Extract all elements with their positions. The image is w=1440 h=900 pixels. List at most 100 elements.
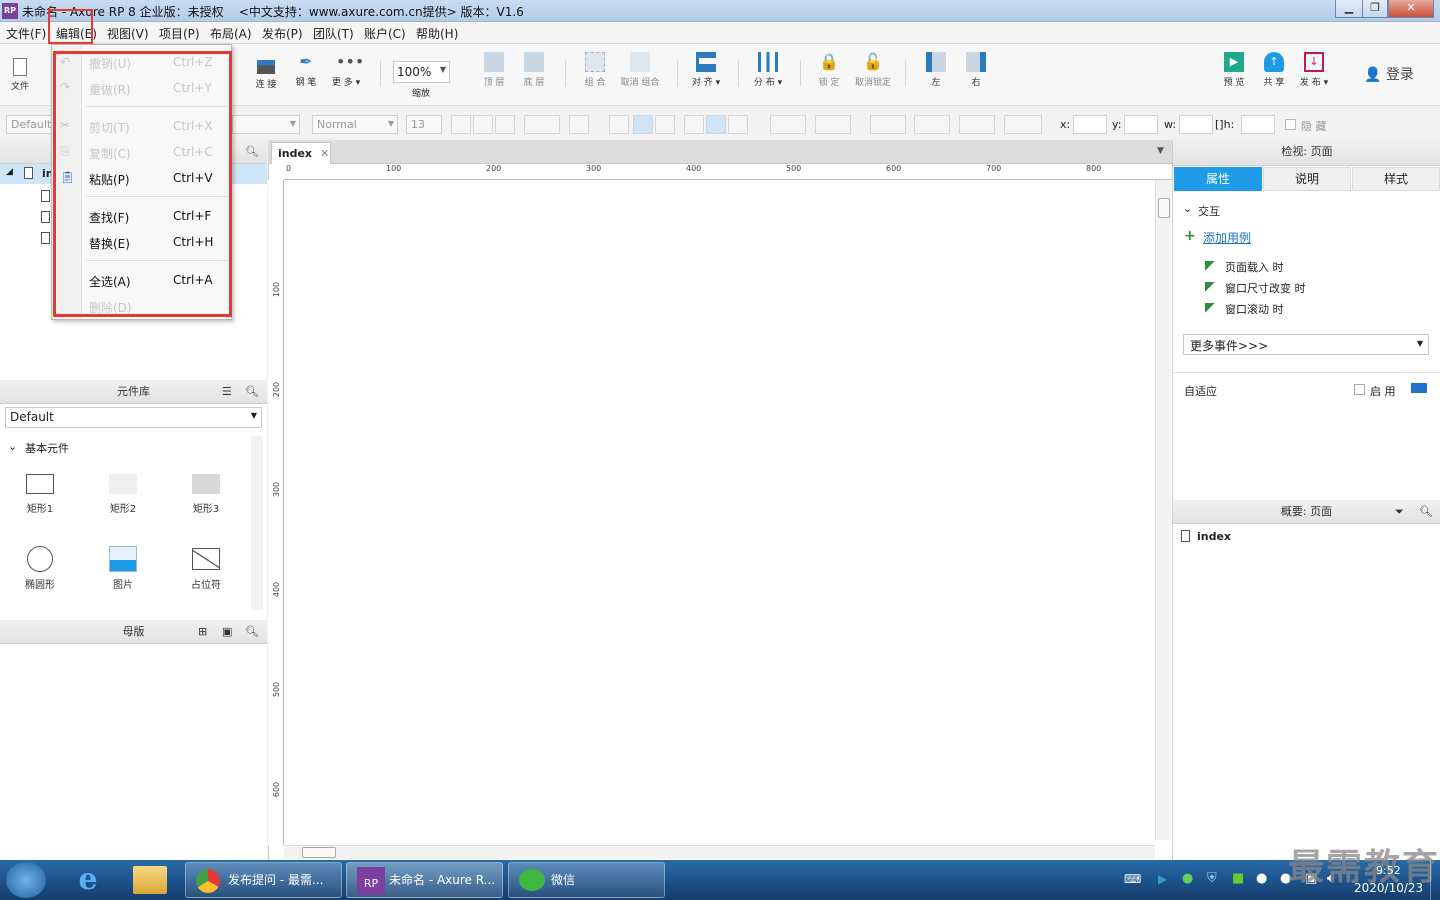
menu-publish[interactable]: 发布(P) [262, 25, 303, 42]
widget-image[interactable]: 图片 [93, 546, 153, 591]
menu-project[interactable]: 项目(P) [159, 25, 200, 42]
menu-team[interactable]: 团队(T) [313, 25, 354, 42]
zoom-select[interactable]: 100% ▼ [393, 61, 450, 83]
outline-item[interactable]: index [1197, 530, 1231, 543]
page-icon[interactable] [41, 190, 50, 202]
maximize-button[interactable]: ❐ [1362, 0, 1388, 18]
file-button[interactable]: 文件 [2, 58, 38, 92]
underline-button[interactable] [495, 115, 515, 134]
bullet-button[interactable] [569, 115, 589, 134]
align-right-button[interactable]: 右 [958, 52, 994, 88]
ie-icon[interactable]: e [70, 863, 106, 897]
align-text-center-button[interactable] [633, 115, 653, 134]
nvidia-icon[interactable]: ■ [1232, 871, 1244, 886]
login-button[interactable]: 👤 登录 [1364, 64, 1414, 84]
tab-properties[interactable]: 属性 [1174, 167, 1262, 191]
font-select[interactable]: ▼ [232, 115, 300, 134]
align-text-right-button[interactable] [655, 115, 675, 134]
distribute-button[interactable]: 分 布 ▾ [750, 52, 786, 88]
publish-button[interactable]: ↓ 发 布 ▾ [1296, 52, 1332, 88]
font-color-button[interactable] [524, 115, 560, 134]
widget-rect2[interactable]: 矩形2 [93, 474, 153, 515]
library-scrollbar[interactable] [251, 436, 263, 610]
style-select[interactable]: Default [6, 115, 52, 134]
font-style-select[interactable]: Normal ▼ [312, 115, 398, 134]
x-input[interactable] [1073, 115, 1107, 134]
hide-checkbox[interactable] [1285, 119, 1296, 130]
align-left-button[interactable]: 左 [918, 52, 954, 88]
wechat-tray-icon[interactable]: ● [1182, 871, 1193, 886]
unlock-button[interactable]: 🔓 取消锁定 [851, 52, 895, 88]
h-input[interactable] [1241, 115, 1275, 134]
shadow-button[interactable] [815, 115, 851, 134]
align-text-left-button[interactable] [609, 115, 629, 134]
collapse-icon[interactable]: ◢ [6, 167, 13, 177]
add-case-link[interactable]: 添加用例 [1203, 229, 1251, 246]
valign-bottom-button[interactable] [728, 115, 748, 134]
valign-middle-button[interactable] [706, 115, 726, 134]
font-size-select[interactable]: 13 [406, 115, 442, 134]
menu-file[interactable]: 文件(F) [6, 25, 46, 42]
collapse-icon[interactable]: ⌄ [8, 440, 17, 453]
w-input[interactable] [1179, 115, 1213, 134]
connect-button[interactable]: 连 接 [248, 52, 284, 90]
library-select[interactable]: Default ▼ [5, 407, 262, 428]
menu-view[interactable]: 视图(V) [107, 25, 149, 42]
italic-button[interactable] [473, 115, 493, 134]
preview-button[interactable]: ▶ 预 览 [1216, 52, 1252, 88]
chevron-down-icon[interactable]: ▼ [1157, 146, 1164, 156]
valign-top-button[interactable] [684, 115, 704, 134]
start-button[interactable] [6, 862, 46, 898]
menu-layout[interactable]: 布局(A) [210, 25, 252, 42]
menu-help[interactable]: 帮助(H) [416, 25, 458, 42]
enable-checkbox[interactable] [1354, 384, 1365, 395]
lock-button[interactable]: 🔒 锁 定 [811, 52, 847, 88]
page-icon[interactable] [41, 232, 50, 244]
menu-account[interactable]: 账户(C) [364, 25, 406, 42]
send-bottom-button[interactable]: 底 层 [516, 52, 552, 88]
ungroup-button[interactable]: 取消 组合 [617, 52, 663, 88]
search-icon[interactable]: 🔍︎ [245, 140, 259, 163]
shield-icon[interactable]: ⛨ [1207, 871, 1217, 886]
tab-notes[interactable]: 说明 [1263, 167, 1351, 191]
arrow-style-button[interactable] [1004, 115, 1042, 134]
widget-rect3[interactable]: 矩形3 [176, 474, 236, 515]
search-icon[interactable]: 🔍︎ [245, 380, 259, 403]
bring-top-button[interactable]: 顶 层 [476, 52, 512, 88]
align-button[interactable]: 对 齐 ▾ [688, 52, 724, 88]
widget-rect1[interactable]: 矩形1 [10, 474, 70, 515]
group-button[interactable]: 组 合 [577, 52, 613, 88]
page-icon[interactable] [41, 211, 50, 223]
event-window-resize[interactable]: 窗口尺寸改变 时 [1205, 280, 1306, 296]
line-width-button[interactable] [914, 115, 950, 134]
add-icon[interactable]: + [1184, 228, 1196, 244]
tab-style[interactable]: 样式 [1352, 167, 1440, 191]
minimize-button[interactable]: ▁ [1335, 0, 1363, 18]
menu-icon[interactable]: ☰ [222, 380, 232, 403]
share-button[interactable]: ↑ 共 享 [1256, 52, 1292, 88]
collapse-icon[interactable]: ⌄ [1183, 202, 1192, 215]
taskbar-chrome[interactable]: 发布提问 - 最需... [185, 862, 342, 898]
explorer-icon[interactable] [133, 866, 167, 894]
add-folder-icon[interactable]: ▣ [222, 620, 232, 643]
close-icon[interactable]: ✕ [320, 147, 329, 160]
canvas[interactable] [268, 140, 1172, 860]
taskbar-wechat[interactable]: 微信 [508, 862, 665, 898]
canvas-vertical-scrollbar[interactable] [1155, 180, 1171, 840]
qq-icon[interactable]: ● [1256, 871, 1267, 886]
show-desktop-button[interactable] [1430, 860, 1440, 900]
line-style-button[interactable] [959, 115, 995, 134]
close-button[interactable]: ✕ [1388, 0, 1434, 18]
pen-button[interactable]: ✒ 钢 笔 [288, 52, 324, 88]
widget-placeholder[interactable]: 占位符 [176, 546, 236, 591]
search-icon[interactable]: 🔍︎ [1419, 500, 1433, 523]
event-page-load[interactable]: 页面载入 时 [1205, 259, 1284, 275]
event-window-scroll[interactable]: 窗口滚动 时 [1205, 301, 1284, 317]
more-button[interactable]: ••• 更 多 ▾ [328, 52, 364, 88]
more-events-select[interactable]: 更多事件>>> ▼ [1183, 334, 1429, 355]
fill-color-button[interactable] [770, 115, 806, 134]
tray-icon[interactable]: ▶ [1158, 872, 1167, 886]
keyboard-icon[interactable]: ⌨ [1124, 872, 1141, 886]
taskbar-axure[interactable]: RP 未命名 - Axure R... [346, 862, 503, 898]
y-input[interactable] [1124, 115, 1158, 134]
